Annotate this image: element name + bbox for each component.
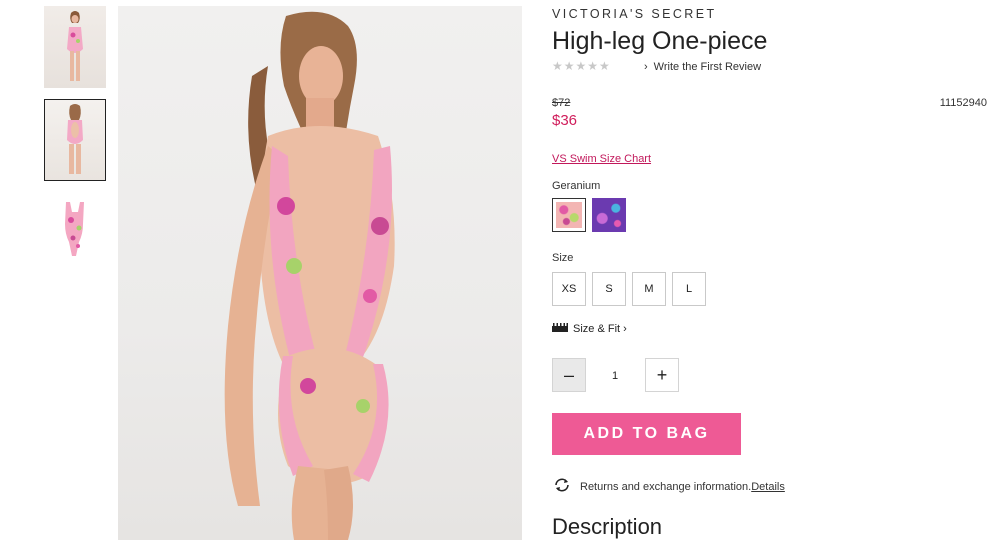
write-review-link[interactable]: › Write the First Review [644, 61, 761, 73]
size-label: Size [552, 252, 574, 264]
rating-stars: ★★★★★ [552, 59, 611, 73]
size-fit-label: Size & Fit [573, 323, 621, 335]
ruler-icon [552, 323, 568, 335]
size-option-m[interactable]: M [632, 272, 666, 306]
product-info-panel: VICTORIA'S SECRET High-leg One-piece ★★★… [552, 0, 990, 540]
size-option-xs[interactable]: XS [552, 272, 586, 306]
size-chart-link[interactable]: VS Swim Size Chart [552, 153, 651, 165]
size-fit-link[interactable]: Size & Fit › [552, 323, 627, 335]
brand-name: VICTORIA'S SECRET [552, 7, 717, 21]
color-swatch-purple[interactable] [592, 198, 626, 232]
thumbnail-front-view[interactable] [44, 6, 106, 88]
returns-details-link[interactable]: Details [751, 481, 785, 493]
returns-text: Returns and exchange information. [580, 480, 752, 493]
sale-price: $36 [552, 112, 578, 129]
product-sku: 11152940 [939, 97, 987, 109]
returns-info: Returns and exchange information. Details [552, 477, 785, 496]
model-back-photo [224, 11, 395, 540]
product-main-image[interactable] [118, 6, 522, 540]
original-price: $72 [552, 97, 571, 109]
color-swatch-geranium[interactable] [552, 198, 586, 232]
quantity-decrease-button[interactable]: – [552, 358, 586, 392]
chevron-right-icon: › [623, 323, 627, 335]
thumbnail-flat-view[interactable] [44, 194, 106, 276]
chevron-right-icon: › [644, 61, 648, 73]
thumbnail-back-view[interactable] [44, 99, 106, 181]
add-to-bag-button[interactable]: ADD TO BAG [552, 413, 741, 455]
quantity-value[interactable]: 1 [600, 370, 630, 382]
size-option-s[interactable]: S [592, 272, 626, 306]
quantity-increase-button[interactable]: + [645, 358, 679, 392]
selected-color-name: Geranium [552, 180, 601, 192]
write-review-label: Write the First Review [653, 61, 762, 73]
refresh-icon [552, 477, 572, 496]
product-title: High-leg One-piece [552, 27, 768, 55]
size-option-l[interactable]: L [672, 272, 706, 306]
description-heading: Description [552, 514, 663, 539]
